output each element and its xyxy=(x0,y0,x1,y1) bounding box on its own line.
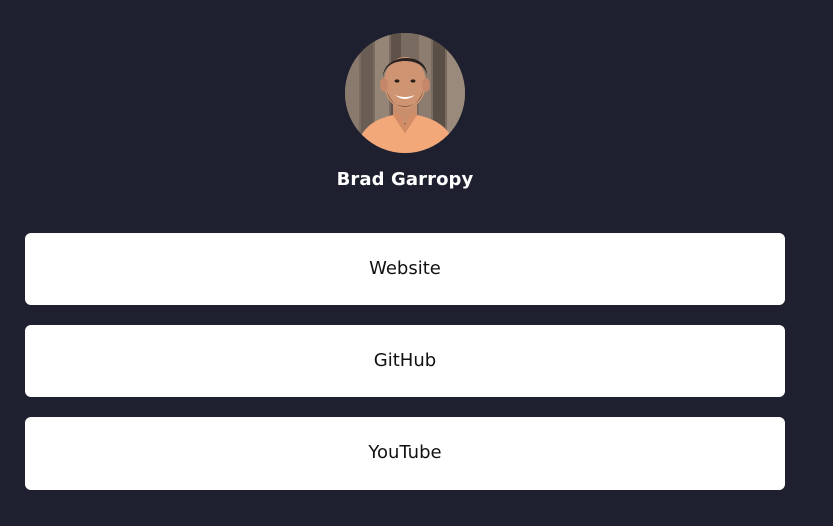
links-list: Website GitHub YouTube xyxy=(25,233,785,490)
github-link-button[interactable]: GitHub xyxy=(25,325,785,397)
website-link-button[interactable]: Website xyxy=(25,233,785,305)
youtube-link-button[interactable]: YouTube xyxy=(25,417,785,490)
profile-name: Brad Garropy xyxy=(336,169,474,190)
avatar xyxy=(345,33,465,153)
avatar-photo-icon xyxy=(345,33,465,153)
